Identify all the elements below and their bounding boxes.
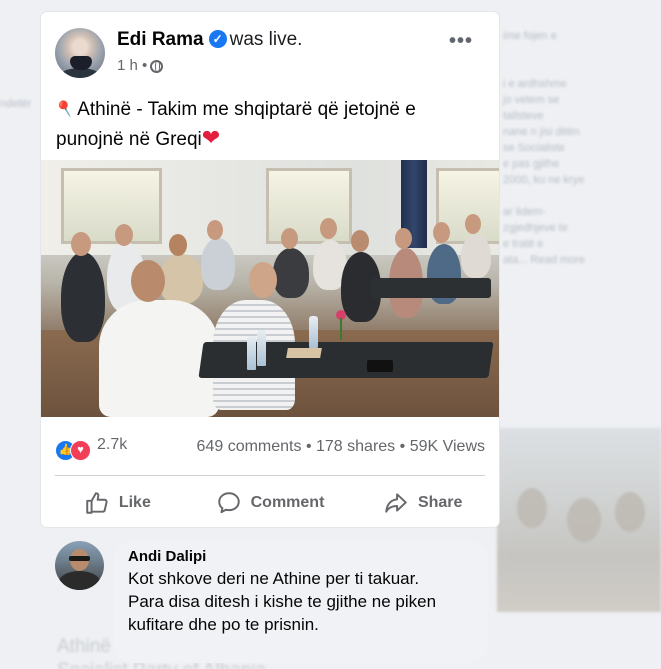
post-header: Edi Rama ✓ was live.	[117, 28, 302, 52]
post-card: Edi Rama ✓ was live. 1 h • ••• 📍Athinë - T…	[41, 12, 499, 527]
shares-count[interactable]: 178 shares	[316, 438, 395, 455]
author-avatar[interactable]	[55, 28, 105, 78]
divider	[55, 475, 485, 476]
post-time[interactable]: 1 h	[117, 57, 138, 74]
round-pushpin-icon: 📍	[52, 96, 81, 124]
views-count: 59K Views	[409, 438, 485, 455]
reaction-count: 2.7k	[97, 436, 128, 453]
globe-icon	[150, 60, 164, 73]
background-photo	[497, 428, 661, 612]
reactions-summary[interactable]: 👍 ♥ 2.7k	[55, 436, 128, 461]
share-label: Share	[417, 494, 463, 511]
comments-count[interactable]: 649 comments	[197, 438, 302, 455]
more-options-button[interactable]: •••	[449, 30, 473, 53]
post-actions-bar: Like Comment Share	[41, 483, 499, 523]
speech-bubble-icon	[217, 492, 240, 514]
engagement-counts: 649 comments • 178 shares • 59K Views	[197, 438, 485, 456]
comment-text: Kot shkove deri ne Athine per ti takuar.…	[128, 569, 437, 634]
comment-label: Comment	[250, 494, 325, 511]
author-name[interactable]: Edi Rama	[117, 29, 204, 50]
dot-separator: •	[399, 438, 406, 455]
dot-separator: •	[305, 438, 312, 455]
background-text-left: ndetër	[0, 98, 32, 110]
background-text-right: ime fojen e i e ardhshme jo vetem se tal…	[503, 30, 585, 266]
share-arrow-icon	[385, 493, 407, 513]
post-text-container: 📍Athinë - Takim me shqiptarë që jetojnë …	[52, 96, 476, 154]
post-text: Athinë - Takim me shqiptarë që jetojnë e…	[56, 99, 416, 150]
thumbs-up-icon	[86, 492, 108, 514]
like-label: Like	[118, 494, 151, 511]
comment-button[interactable]: Comment	[194, 483, 347, 523]
post-photo[interactable]	[41, 160, 499, 417]
comment-author[interactable]: Andi Dalipi	[128, 547, 474, 567]
like-button[interactable]: Like	[41, 483, 194, 523]
commenter-avatar[interactable]	[55, 541, 104, 590]
verified-badge-icon: ✓	[208, 30, 227, 48]
share-button[interactable]: Share	[346, 483, 499, 523]
comment-bubble: Andi Dalipi Kot shkove deri ne Athine pe…	[114, 541, 488, 663]
love-reaction-icon: ♥	[70, 440, 91, 461]
meta-separator: •	[142, 57, 148, 74]
live-status: was live.	[229, 29, 303, 50]
red-heart-icon: ❤	[201, 125, 221, 150]
post-meta: 1 h •	[117, 57, 164, 74]
